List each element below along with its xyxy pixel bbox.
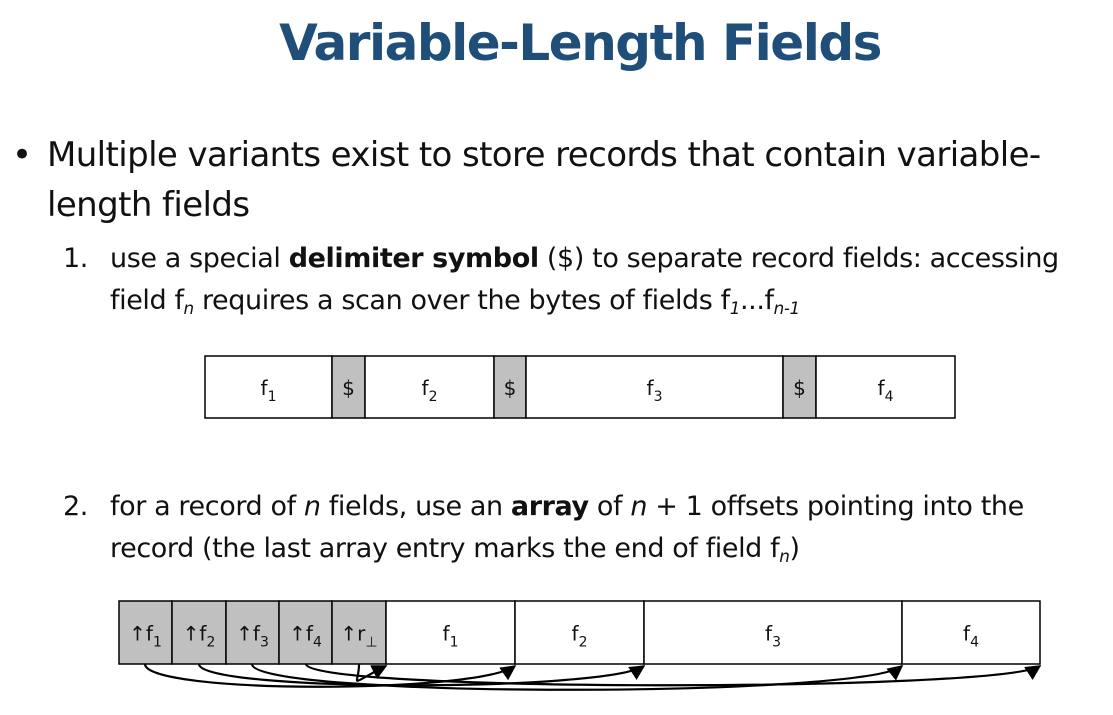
cell-label-sub: 4	[313, 635, 322, 651]
cell-label-sub: 3	[654, 389, 663, 405]
cell-label-base: $	[342, 376, 355, 400]
delimiter-record-cell-7	[815, 355, 956, 419]
cell-label-sub: ⊥	[365, 635, 377, 651]
offset-record-cell-7	[514, 600, 645, 665]
delimiter-record-cell-5	[525, 355, 784, 419]
delimiter-record-cell-label: $	[504, 376, 517, 400]
cell-label-base: ↑f	[289, 622, 314, 646]
cell-label-sub: 1	[153, 635, 162, 651]
cell-label-sub: 4	[970, 635, 979, 651]
offset-record-cell-9	[901, 600, 1041, 665]
cell-label-sub: 3	[772, 635, 781, 651]
cell-label-base: ↑f	[129, 622, 154, 646]
delimiter-record-diagram: f1 $ f2 $ f3 $ f4	[204, 355, 956, 419]
cell-label-sub: 1	[450, 635, 459, 651]
cell-label-base: ↑f	[183, 622, 208, 646]
delimiter-record-cell-3	[364, 355, 495, 419]
cell-label-sub: 3	[260, 635, 269, 651]
record-diagrams: f1 $ f2 $ f3 $ f4 ↑f1 ↑f2 ↑f3 ↑f4 ↑r⊥ f1 f2 f3 f4	[118, 355, 1042, 691]
cell-label-sub: 2	[429, 389, 438, 405]
offset-arrow-4	[304, 662, 1042, 687]
offset-record-cell-8	[643, 600, 903, 665]
cell-label-base: ↑f	[236, 622, 261, 646]
offset-pointer-arrows	[143, 662, 1042, 691]
offset-array-record-diagram: ↑f1 ↑f2 ↑f3 ↑f4 ↑r⊥ f1 f2 f3 f4	[118, 600, 1041, 665]
cell-label-sub: 1	[268, 389, 277, 405]
cell-label-base: ↑r	[340, 622, 366, 646]
cell-label-base: $	[793, 376, 806, 400]
delimiter-record-cell-label: $	[342, 376, 355, 400]
cell-label-sub: 4	[885, 389, 894, 405]
offset-record-cell-6	[385, 600, 516, 665]
cell-label-sub: 2	[579, 635, 588, 651]
offset-arrow-2	[197, 663, 646, 687]
cell-label-sub: 2	[206, 635, 215, 651]
cell-label-base: $	[504, 376, 517, 400]
delimiter-record-cell-label: $	[793, 376, 806, 400]
delimiter-record-cell-1	[204, 355, 333, 419]
